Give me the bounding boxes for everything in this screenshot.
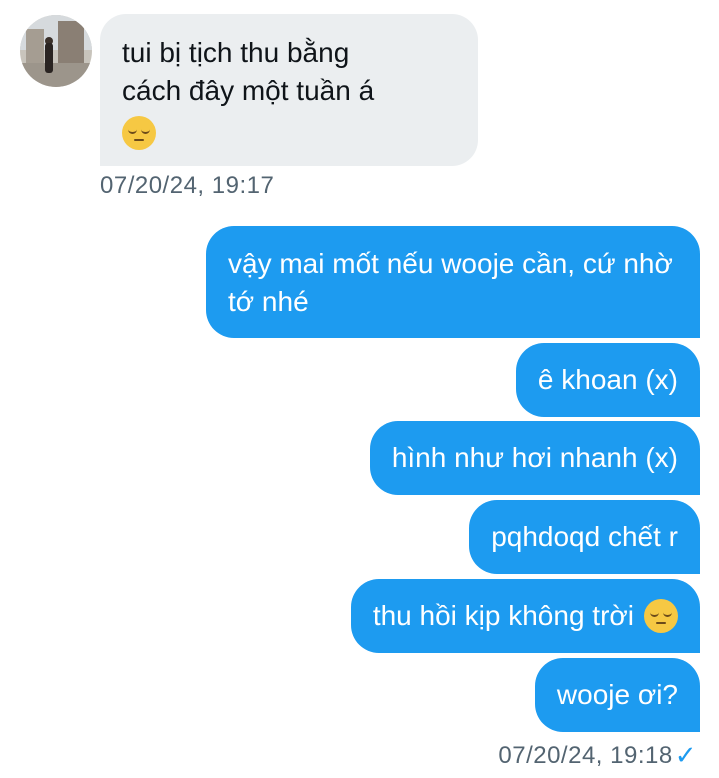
sent-check-icon: ✓ bbox=[674, 740, 697, 770]
pensive-face-icon bbox=[644, 599, 678, 633]
avatar[interactable] bbox=[20, 15, 92, 87]
outgoing-message-bubble[interactable]: wooje ơi? bbox=[534, 658, 700, 732]
incoming-message-line: cách đây một tuần á bbox=[122, 75, 375, 106]
message-text: wooje ơi? bbox=[556, 679, 678, 710]
message-text: hình như hơi nhanh (x) bbox=[391, 442, 678, 473]
outgoing-message-bubble[interactable]: thu hồi kịp không trời bbox=[350, 579, 700, 653]
pensive-face-icon bbox=[122, 115, 156, 150]
message-text: pqhdoqd chết r bbox=[491, 521, 678, 552]
outgoing-message-bubble[interactable]: hình như hơi nhanh (x) bbox=[369, 421, 700, 495]
timestamp-text: 07/20/24, 19:18 bbox=[498, 741, 673, 769]
outgoing-message-bubble[interactable]: vậy mai mốt nếu wooje cần, cứ nhờ tớ nhé bbox=[206, 226, 700, 338]
outgoing-message-bubble[interactable]: pqhdoqd chết r bbox=[469, 500, 700, 574]
incoming-timestamp: 07/20/24, 19:17 bbox=[100, 172, 275, 199]
incoming-message-bubble[interactable]: tui bị tịch thu bằng cách đây một tuần á bbox=[100, 14, 478, 166]
incoming-message-line: tui bị tịch thu bằng bbox=[122, 37, 350, 68]
message-text: thu hồi kịp không trời bbox=[372, 600, 634, 631]
outgoing-message-bubble[interactable]: ê khoan (x) bbox=[515, 343, 700, 417]
outgoing-timestamp: 07/20/24, 19:18 ✓ bbox=[498, 740, 697, 771]
message-text: vậy mai mốt nếu wooje cần, cứ nhờ tớ nhé bbox=[228, 248, 673, 317]
message-text: ê khoan (x) bbox=[537, 364, 678, 395]
